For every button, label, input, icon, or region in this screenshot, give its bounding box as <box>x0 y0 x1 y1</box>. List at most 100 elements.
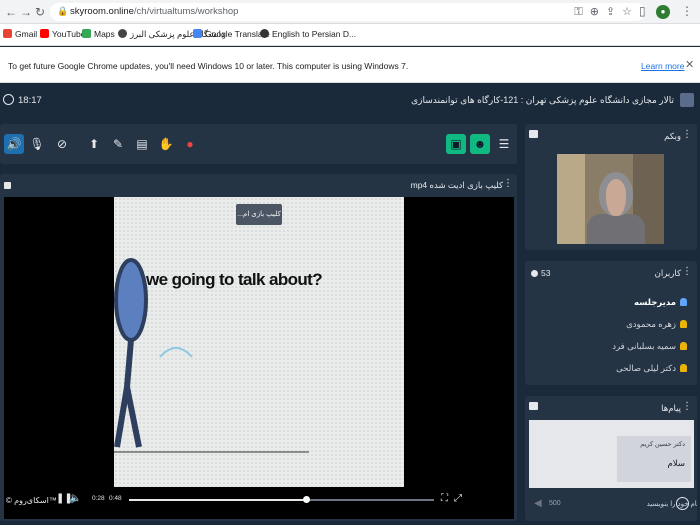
gmail-icon <box>3 29 12 38</box>
emoji-icon[interactable] <box>676 497 689 510</box>
bookmarks-bar: Gmail YouTube Maps دانشگاه علوم پزشکی ال… <box>0 24 700 46</box>
hand-icon[interactable]: ✋ <box>156 134 176 154</box>
users-toggle-icon[interactable]: ☻ <box>470 134 490 154</box>
url-text: skyroom.online/ch/virtualtums/workshop <box>70 6 239 17</box>
volume-icon[interactable]: 🔈 <box>69 493 81 504</box>
message-input[interactable]: پیام خود را بنویسید <box>529 500 697 521</box>
user-name: مدیرجلسه <box>633 297 676 307</box>
forward-icon[interactable]: → <box>20 5 32 19</box>
more-options-icon[interactable]: ⋮ <box>682 401 692 412</box>
messages-header: پیام‌ها ⋮ <box>525 396 697 418</box>
users-header: 53 کاربران ⋮ <box>525 261 697 283</box>
messages-panel: پیام‌ها ⋮ دکتر حسین کریم سلام ◀ 500 پیام… <box>525 396 697 521</box>
chat-toggle-icon[interactable]: ▣ <box>446 134 466 154</box>
back-icon[interactable]: ← <box>5 5 17 19</box>
messages-list[interactable]: دکتر حسین کریم سلام <box>529 420 694 488</box>
bookmark-label: English to Persian D... <box>272 29 357 39</box>
menu-icon[interactable]: ☰ <box>494 134 514 154</box>
duration: 0:48 <box>109 495 122 502</box>
session-time: 18:17 <box>18 95 42 106</box>
user-icon <box>680 342 687 350</box>
close-icon[interactable]: ✕ <box>685 58 694 71</box>
webcam-panel: وبکم ⋮ <box>525 124 697 250</box>
video-panel-header: کلیپ بازی ادیت شده mp4 ⋮ <box>0 174 517 196</box>
camera-icon <box>529 130 538 138</box>
more-options-icon[interactable]: ⋮ <box>682 266 692 277</box>
users-title: کاربران <box>654 268 681 278</box>
video-frame: کلیپ بازی ام... we going to talk about? <box>114 197 404 487</box>
app-header: 18:17 تالار مجازی دانشگاه علوم پزشکی تهر… <box>0 86 700 114</box>
bookmark-label: Maps <box>94 29 115 39</box>
user-count-value: 53 <box>541 268 551 278</box>
pen-icon[interactable]: ✎ <box>108 134 128 154</box>
user-item[interactable]: دکتر لیلی صالحی <box>616 363 687 374</box>
reload-icon[interactable]: ↻ <box>35 5 45 19</box>
webcam-video[interactable] <box>557 154 664 244</box>
people-icon <box>531 270 538 277</box>
bookmark-label: YouTube <box>52 29 86 39</box>
video-controls: ❚❚ 🔈 0:28 0:48 ⛶ ⤢ <box>4 489 514 511</box>
zoom-icon[interactable]: ⊕ <box>590 6 606 18</box>
speaker-icon[interactable]: 🔊 <box>4 134 24 154</box>
clock-icon <box>3 94 14 105</box>
chat-icon <box>529 402 538 410</box>
address-bar[interactable]: 🔒 skyroom.online/ch/virtualtums/workshop… <box>50 3 645 21</box>
user-item[interactable]: سمیه بسلبانی فرد <box>612 341 687 352</box>
bookmark-maps[interactable]: Maps <box>82 29 115 39</box>
translate-icon <box>193 29 202 38</box>
update-infobar: To get future Google Chrome updates, you… <box>0 47 700 83</box>
control-toolbar: 🔊 🎙 ⊘ ⬆ ✎ ▤ ✋ ● ▣ ☻ ☰ <box>0 124 517 164</box>
youtube-icon <box>40 29 49 38</box>
more-options-icon[interactable]: ⋮ <box>682 129 692 140</box>
progress-bar[interactable] <box>129 496 434 503</box>
microphone-icon[interactable]: 🎙 <box>27 134 47 154</box>
browser-toolbar: ← → ↻ 🔒 skyroom.online/ch/virtualtums/wo… <box>0 0 700 24</box>
file-icon[interactable]: ▤ <box>132 134 152 154</box>
address-bar-tools: ⚿⊕⇪☆ <box>574 5 639 19</box>
user-name: دکتر لیلی صالحی <box>616 363 676 373</box>
user-name: زهره محمودی <box>626 319 676 329</box>
user-icon <box>680 364 687 372</box>
university-logo <box>680 93 694 107</box>
message-input-bar: ◀ 500 پیام خود را بنویسید <box>529 492 697 521</box>
room-title: تالار مجازی دانشگاه علوم پزشکی تهران : 1… <box>411 95 674 105</box>
message-text: سلام <box>667 458 685 468</box>
lock-icon: 🔒 <box>57 6 69 16</box>
maps-icon <box>82 29 91 38</box>
bookmark-youtube[interactable]: YouTube <box>40 29 85 39</box>
share-screen-icon[interactable]: ⬆ <box>84 134 104 154</box>
bookmark-english-persian[interactable]: English to Persian D... <box>260 29 356 39</box>
star-icon[interactable]: ☆ <box>622 6 639 18</box>
record-icon[interactable]: ● <box>180 134 200 154</box>
video-frame-text: we going to talk about? <box>146 270 323 289</box>
bookmark-gmail[interactable]: Gmail <box>3 29 37 39</box>
user-icon <box>680 298 687 306</box>
current-time: 0:28 <box>92 495 105 502</box>
chrome-menu-icon[interactable]: ⋮ <box>681 4 693 18</box>
video-title: کلیپ بازی ادیت شده mp4 <box>410 180 503 190</box>
pip-icon[interactable]: ⤢ <box>454 493 462 504</box>
skyroom-watermark: © اسکای‌روم™ <box>6 496 57 505</box>
user-count: 53 <box>531 268 550 278</box>
users-panel: 53 کاربران ⋮ مدیرجلسه زهره محمودی سمیه ب… <box>525 261 697 385</box>
infobar-message: To get future Google Chrome updates, you… <box>8 61 409 71</box>
bookmark-label: Gmail <box>15 29 38 39</box>
user-icon <box>680 320 687 328</box>
messages-title: پیام‌ها <box>661 403 681 413</box>
key-icon[interactable]: ⚿ <box>574 6 589 18</box>
bookmark-translate[interactable]: Google Translate <box>193 29 270 39</box>
user-item[interactable]: مدیرجلسه <box>634 297 687 308</box>
fullscreen-icon[interactable]: ⛶ <box>441 493 448 504</box>
user-name: سمیه بسلبانی فرد <box>612 341 676 351</box>
learn-more-link[interactable]: Learn more <box>641 61 684 71</box>
more-options-icon[interactable]: ⋮ <box>503 178 513 189</box>
share-icon[interactable]: ⇪ <box>606 6 622 18</box>
user-item[interactable]: زهره محمودی <box>626 319 687 330</box>
message-bubble: دکتر حسین کریم سلام <box>617 436 691 482</box>
webcam-header: وبکم ⋮ <box>525 124 697 146</box>
extension-icon[interactable]: ▯ <box>639 4 646 18</box>
progress-handle[interactable] <box>302 496 310 503</box>
stick-figure-illustration <box>114 258 309 453</box>
profile-avatar[interactable]: ● <box>656 5 670 19</box>
camera-off-icon[interactable]: ⊘ <box>52 134 72 154</box>
